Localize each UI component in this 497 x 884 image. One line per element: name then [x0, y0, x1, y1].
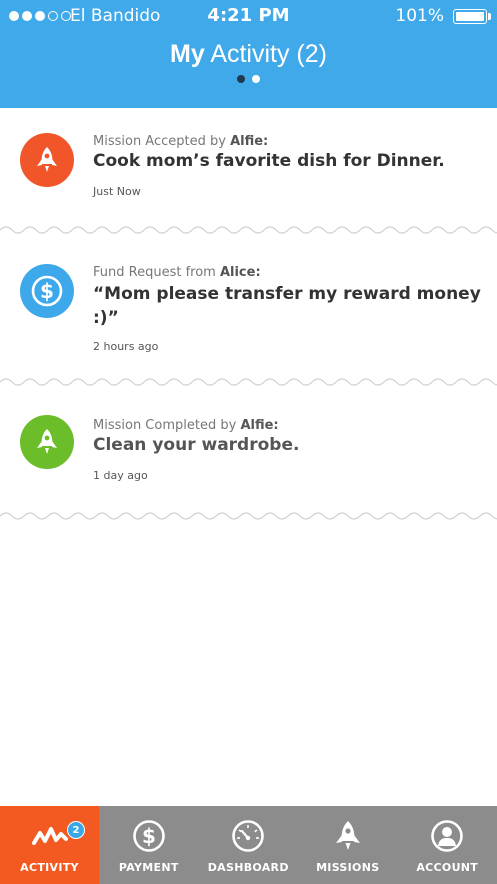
tab-account[interactable]: ACCOUNT — [398, 806, 497, 884]
tab-dashboard[interactable]: DASHBOARD — [199, 806, 299, 884]
activity-user-name: Alfie: — [240, 418, 279, 433]
activity-item[interactable]: Mission Completed by Alfie: Clean your w… — [0, 390, 497, 510]
divider-wave — [0, 226, 497, 234]
activity-subtitle-prefix: Mission Completed by — [93, 418, 241, 433]
battery-percentage: 101% — [395, 6, 444, 26]
activity-subtitle: Mission Accepted by Alfie: — [93, 134, 268, 149]
tab-label: PAYMENT — [118, 861, 179, 874]
tab-payment[interactable]: $ PAYMENT — [99, 806, 199, 884]
dollar-icon: $ — [132, 818, 166, 854]
rocket-icon — [20, 133, 74, 187]
divider-wave — [0, 378, 497, 386]
activity-message: “Mom please transfer my reward money :)” — [93, 284, 481, 328]
tab-label: ACTIVITY — [20, 861, 79, 874]
activity-message: Cook mom’s favorite dish for Dinner. — [93, 151, 445, 171]
activity-user-name: Alfie: — [230, 134, 269, 149]
divider-wave — [0, 512, 497, 520]
battery-icon — [453, 9, 487, 24]
tab-label: DASHBOARD — [207, 861, 289, 874]
page-title-bold: My — [170, 40, 205, 68]
activity-item[interactable]: Mission Accepted by Alfie: Cook mom’s fa… — [0, 108, 497, 228]
tab-label: ACCOUNT — [416, 861, 479, 874]
activity-time: 2 hours ago — [93, 340, 159, 353]
tab-bar: 2 ACTIVITY $ PAYMENT DASHBOARD MISSIONS … — [0, 806, 497, 884]
page-title-rest: Activity (2) — [210, 40, 327, 68]
svg-text:$: $ — [40, 279, 54, 303]
activity-message: Clean your wardrobe. — [93, 435, 300, 455]
activity-item[interactable]: $ Fund Request from Alice: “Mom please t… — [0, 238, 497, 378]
activity-subtitle-prefix: Fund Request from — [93, 265, 220, 280]
page-title: My Activity (2) — [0, 40, 497, 69]
activity-wave-icon — [31, 818, 69, 854]
rocket-icon — [20, 415, 74, 469]
page-indicator[interactable] — [237, 75, 260, 83]
gauge-icon — [231, 818, 265, 854]
rocket-icon — [334, 818, 362, 854]
svg-text:$: $ — [142, 824, 156, 848]
activity-user-name: Alice: — [219, 265, 261, 280]
activity-subtitle: Mission Completed by Alfie: — [93, 418, 279, 433]
dollar-icon: $ — [20, 264, 74, 318]
activity-subtitle: Fund Request from Alice: — [93, 265, 261, 280]
page-dot-1[interactable] — [237, 75, 245, 83]
user-icon — [430, 818, 464, 854]
activity-time: Just Now — [93, 185, 141, 198]
activity-time: 1 day ago — [93, 469, 148, 482]
tab-missions[interactable]: MISSIONS — [298, 806, 398, 884]
tab-label: MISSIONS — [316, 861, 380, 874]
activity-subtitle-prefix: Mission Accepted by — [93, 134, 231, 149]
notification-badge: 2 — [67, 821, 85, 839]
page-dot-2[interactable] — [252, 75, 260, 83]
tab-activity[interactable]: 2 ACTIVITY — [0, 806, 99, 884]
status-bar: El Bandido 4:21 PM 101% — [0, 0, 497, 34]
